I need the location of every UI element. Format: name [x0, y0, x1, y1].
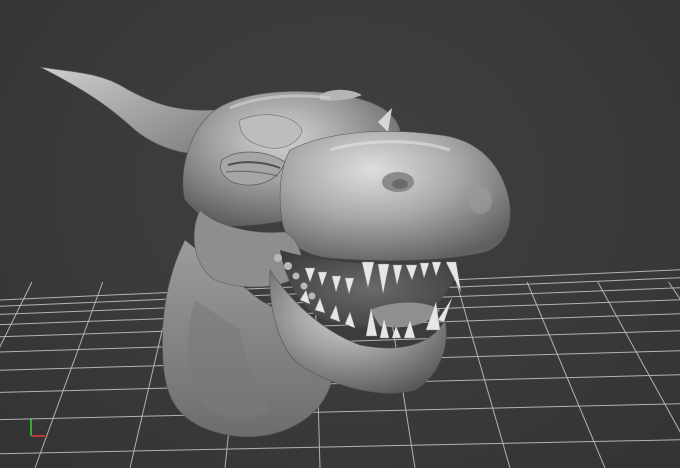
3d-viewport[interactable] [0, 0, 680, 468]
axis-gizmo [30, 418, 45, 437]
grid-line [0, 281, 33, 348]
grid-line [34, 281, 104, 468]
grid-line [455, 281, 511, 468]
grid-line [0, 439, 680, 455]
grid-line [0, 403, 680, 421]
viewport-scene[interactable] [0, 0, 680, 468]
nose-tip [468, 186, 492, 214]
nostril-inner [392, 179, 408, 189]
grid-line [526, 281, 606, 468]
